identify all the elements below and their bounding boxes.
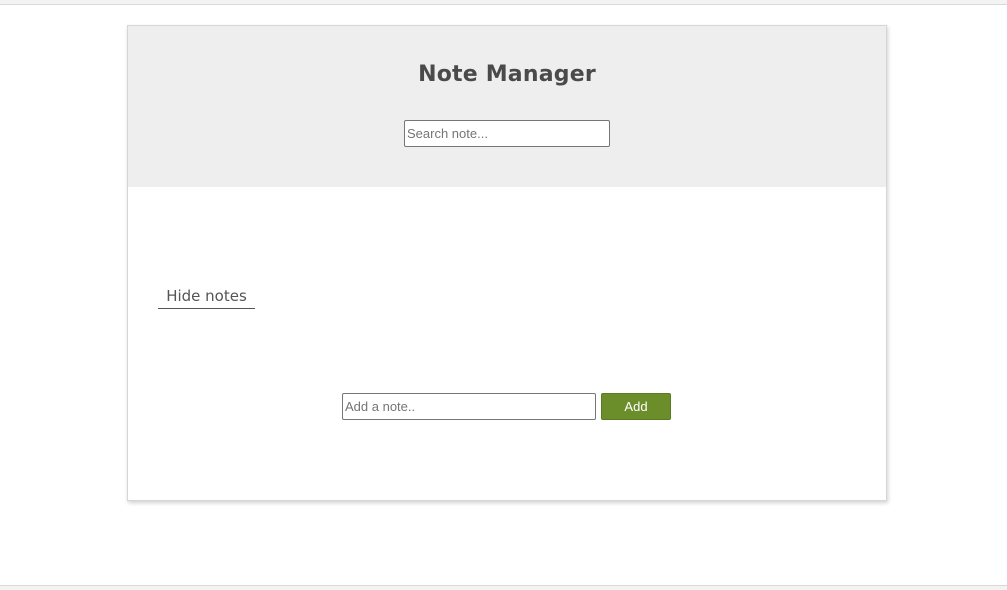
search-input[interactable] bbox=[404, 120, 610, 147]
page-title: Note Manager bbox=[418, 62, 596, 87]
note-manager-card: Note Manager Hide notes Add bbox=[127, 25, 887, 501]
add-note-input[interactable] bbox=[342, 393, 596, 420]
top-divider bbox=[0, 0, 1007, 5]
hide-notes-button[interactable]: Hide notes bbox=[158, 283, 255, 309]
bottom-divider bbox=[0, 585, 1007, 590]
add-note-button[interactable]: Add bbox=[601, 393, 671, 420]
card-header: Note Manager bbox=[128, 26, 886, 187]
